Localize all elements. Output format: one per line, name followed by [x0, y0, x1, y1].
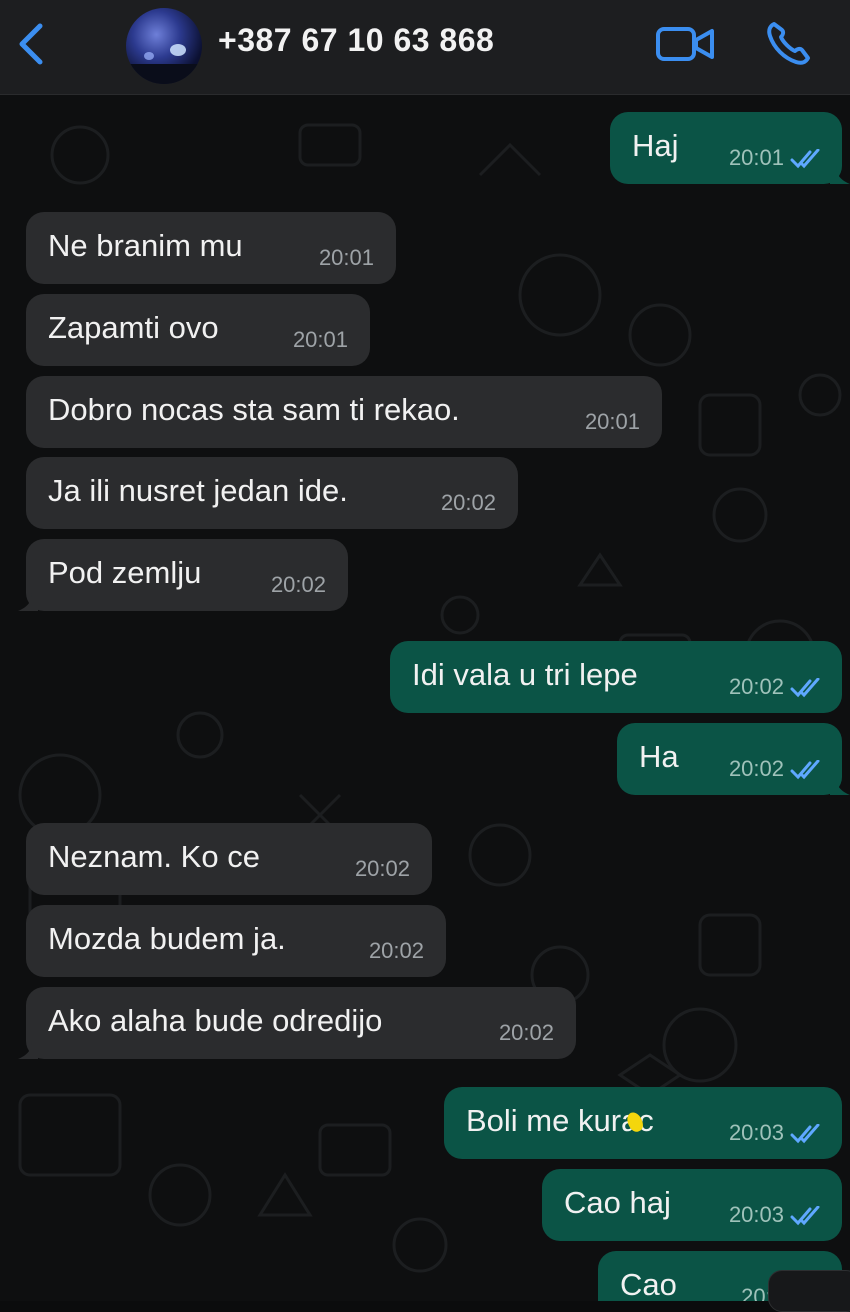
message-text: Boli me kurac: [466, 1103, 654, 1138]
message-time: 20:02: [354, 856, 410, 881]
message-incoming[interactable]: Ne branim mu 20:01: [26, 212, 396, 284]
read-ticks-icon: [790, 760, 820, 780]
message-text: Haj: [632, 128, 679, 163]
message-text: Idi vala u tri lepe: [412, 657, 638, 692]
message-text: Dobro nocas sta sam ti rekao.: [48, 392, 460, 427]
read-ticks-icon: [790, 1206, 820, 1226]
message-time: 20:01: [728, 145, 784, 170]
message-time: 20:02: [270, 572, 326, 597]
message-time: 20:01: [318, 245, 374, 270]
message-outgoing[interactable]: Idi vala u tri lepe 20:02: [390, 641, 842, 713]
message-incoming[interactable]: Pod zemlju 20:02: [18, 539, 348, 611]
chat-area[interactable]: Haj 20:01 Ne branim mu 20:01 Zapamti ovo…: [0, 95, 850, 1301]
chevron-left-icon: [19, 23, 43, 65]
message-time: 20:03: [728, 1120, 784, 1145]
message-incoming[interactable]: Mozda budem ja. 20:02: [26, 905, 446, 977]
message-time: 20:02: [728, 756, 784, 781]
message-time: 20:03: [728, 1202, 784, 1227]
message-text: Cao: [620, 1267, 677, 1301]
message-text: Mozda budem ja.: [48, 921, 286, 956]
message-incoming[interactable]: Neznam. Ko ce 20:02: [26, 823, 432, 895]
video-call-button[interactable]: [656, 26, 716, 62]
message-outgoing[interactable]: Cao haj 20:03: [542, 1169, 842, 1241]
message-time: 20:01: [584, 409, 640, 434]
message-text: Pod zemlju: [48, 555, 202, 590]
message-incoming[interactable]: Zapamti ovo 20:01: [26, 294, 370, 366]
chat-header: +387 67 10 63 868: [0, 0, 850, 95]
message-time: 20:02: [498, 1020, 554, 1045]
message-text: Zapamti ovo: [48, 310, 219, 345]
message-incoming[interactable]: Ako alaha bude odredijo 20:02: [18, 987, 576, 1059]
read-ticks-icon: [790, 678, 820, 698]
read-ticks-icon: [790, 1124, 820, 1144]
read-ticks-icon: [790, 149, 820, 169]
message-time: 20:02: [440, 490, 496, 515]
back-button[interactable]: [16, 22, 48, 66]
message-text: Neznam. Ko ce: [48, 839, 260, 874]
message-time: 20:02: [368, 938, 424, 963]
contact-name[interactable]: +387 67 10 63 868: [218, 22, 494, 59]
message-time: 20:01: [292, 327, 348, 352]
message-text: Cao haj: [564, 1185, 671, 1220]
message-incoming[interactable]: Dobro nocas sta sam ti rekao. 20:01: [26, 376, 662, 448]
message-text: Ha: [639, 739, 679, 774]
message-outgoing[interactable]: Ha 20:02: [617, 723, 850, 795]
message-text: Ja ili nusret jedan ide.: [48, 473, 348, 508]
message-outgoing[interactable]: Haj 20:01: [610, 112, 850, 184]
message-incoming[interactable]: Ja ili nusret jedan ide. 20:02: [26, 457, 518, 529]
scroll-to-bottom-button[interactable]: [768, 1270, 850, 1312]
avatar[interactable]: [126, 8, 202, 84]
voice-call-button[interactable]: [764, 20, 812, 68]
phone-icon: [767, 22, 810, 65]
video-camera-icon: [656, 27, 714, 61]
message-time: 20:02: [728, 674, 784, 699]
message-text: Ne branim mu: [48, 228, 243, 263]
message-text: Ako alaha bude odredijo: [48, 1003, 383, 1038]
